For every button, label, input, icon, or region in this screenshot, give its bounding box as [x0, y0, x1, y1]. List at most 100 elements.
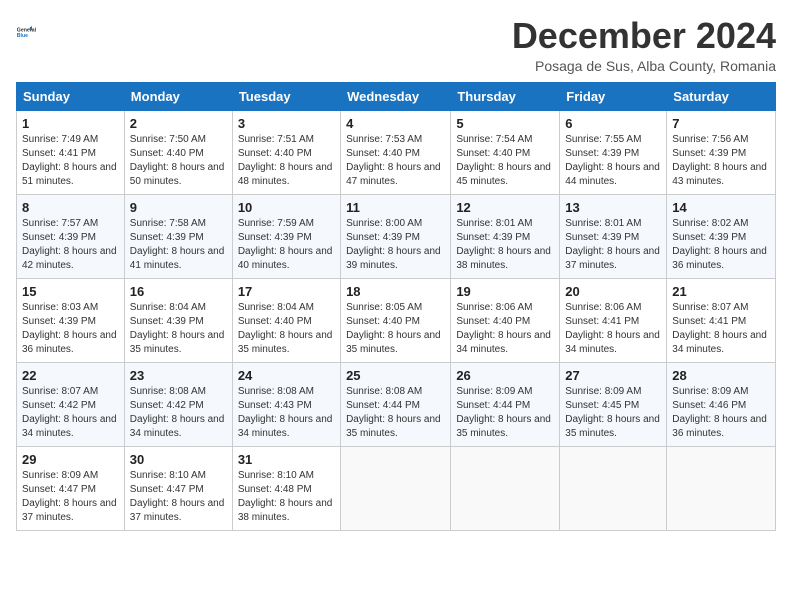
svg-text:General: General	[17, 28, 37, 34]
daylight-text: Daylight: 8 hours and 35 minutes.	[346, 414, 441, 439]
day-number: 9	[130, 200, 227, 215]
daylight-text: Daylight: 8 hours and 45 minutes.	[456, 162, 551, 187]
sunrise-text: Sunrise: 7:55 AM	[565, 134, 641, 145]
calendar-cell: 2Sunrise: 7:50 AMSunset: 4:40 PMDaylight…	[124, 110, 232, 194]
daylight-text: Daylight: 8 hours and 44 minutes.	[565, 162, 660, 187]
calendar-cell: 10Sunrise: 7:59 AMSunset: 4:39 PMDayligh…	[232, 194, 340, 278]
daylight-text: Daylight: 8 hours and 34 minutes.	[130, 414, 225, 439]
day-number: 17	[238, 284, 335, 299]
calendar-cell: 8 Sunrise: 7:57 AMSunset: 4:39 PMDaylight…	[17, 194, 125, 278]
sunrise-text: Sunrise: 8:07 AM	[672, 302, 748, 313]
day-number: 21	[672, 284, 770, 299]
day-number: 3	[238, 116, 335, 131]
sunset-text: Sunset: 4:46 PM	[672, 400, 746, 411]
calendar-table: SundayMondayTuesdayWednesdayThursdayFrid…	[16, 82, 776, 531]
day-number: 23	[130, 368, 227, 383]
day-detail: Sunrise: 7:59 AMSunset: 4:39 PMDaylight:…	[238, 217, 335, 273]
sunset-text: Sunset: 4:39 PM	[22, 232, 96, 243]
day-number: 6	[565, 116, 661, 131]
sunrise-text: Sunrise: 7:59 AM	[238, 218, 314, 229]
day-detail: Sunrise: 8:10 AMSunset: 4:48 PMDaylight:…	[238, 469, 335, 525]
day-detail: Sunrise: 8:02 AMSunset: 4:39 PMDaylight:…	[672, 217, 770, 273]
day-detail: Sunrise: 7:49 AMSunset: 4:41 PMDaylight:…	[22, 133, 119, 189]
sunset-text: Sunset: 4:39 PM	[565, 232, 639, 243]
sunrise-text: Sunrise: 7:50 AM	[130, 134, 206, 145]
calendar-cell: 4Sunrise: 7:53 AMSunset: 4:40 PMDaylight…	[341, 110, 451, 194]
sunset-text: Sunset: 4:39 PM	[456, 232, 530, 243]
sunset-text: Sunset: 4:40 PM	[456, 316, 530, 327]
daylight-text: Daylight: 8 hours and 48 minutes.	[238, 162, 333, 187]
calendar-cell: 11Sunrise: 8:00 AMSunset: 4:39 PMDayligh…	[341, 194, 451, 278]
calendar-cell: 13Sunrise: 8:01 AMSunset: 4:39 PMDayligh…	[560, 194, 667, 278]
calendar-cell: 22 Sunrise: 8:07 AMSunset: 4:42 PMDayligh…	[17, 362, 125, 446]
day-number: 25	[346, 368, 445, 383]
day-detail: Sunrise: 8:08 AMSunset: 4:44 PMDaylight:…	[346, 385, 445, 441]
sunset-text: Sunset: 4:45 PM	[565, 400, 639, 411]
sunrise-text: Sunrise: 8:09 AM	[22, 470, 98, 481]
day-number: 30	[130, 452, 227, 467]
day-detail: Sunrise: 8:09 AMSunset: 4:44 PMDaylight:…	[456, 385, 554, 441]
svg-text:Blue: Blue	[17, 33, 28, 39]
daylight-text: Daylight: 8 hours and 43 minutes.	[672, 162, 767, 187]
calendar-header-monday: Monday	[124, 82, 232, 110]
sunrise-text: Sunrise: 7:58 AM	[130, 218, 206, 229]
sunrise-text: Sunrise: 7:49 AM	[22, 134, 98, 145]
daylight-text: Daylight: 8 hours and 35 minutes.	[456, 414, 551, 439]
day-number: 8	[22, 200, 119, 215]
calendar-cell	[341, 446, 451, 530]
day-detail: Sunrise: 8:08 AMSunset: 4:43 PMDaylight:…	[238, 385, 335, 441]
calendar-cell: 14Sunrise: 8:02 AMSunset: 4:39 PMDayligh…	[667, 194, 776, 278]
sunrise-text: Sunrise: 7:56 AM	[672, 134, 748, 145]
day-detail: Sunrise: 8:06 AMSunset: 4:41 PMDaylight:…	[565, 301, 661, 357]
sunrise-text: Sunrise: 8:10 AM	[130, 470, 206, 481]
calendar-cell: 21Sunrise: 8:07 AMSunset: 4:41 PMDayligh…	[667, 278, 776, 362]
day-detail: Sunrise: 8:07 AMSunset: 4:42 PMDaylight:…	[22, 385, 119, 441]
calendar-cell: 18Sunrise: 8:05 AMSunset: 4:40 PMDayligh…	[341, 278, 451, 362]
day-number: 11	[346, 200, 445, 215]
calendar-cell: 15Sunrise: 8:03 AMSunset: 4:39 PMDayligh…	[17, 278, 125, 362]
day-detail: Sunrise: 8:04 AMSunset: 4:40 PMDaylight:…	[238, 301, 335, 357]
day-detail: Sunrise: 7:51 AMSunset: 4:40 PMDaylight:…	[238, 133, 335, 189]
day-detail: Sunrise: 8:05 AMSunset: 4:40 PMDaylight:…	[346, 301, 445, 357]
sunrise-text: Sunrise: 8:04 AM	[238, 302, 314, 313]
sunset-text: Sunset: 4:39 PM	[22, 316, 96, 327]
calendar-cell: 3 Sunrise: 7:51 AMSunset: 4:40 PMDaylight…	[232, 110, 340, 194]
calendar-cell: 29Sunrise: 8:09 AMSunset: 4:47 PMDayligh…	[17, 446, 125, 530]
day-detail: Sunrise: 7:57 AMSunset: 4:39 PMDaylight:…	[22, 217, 119, 273]
day-detail: Sunrise: 8:08 AMSunset: 4:42 PMDaylight:…	[130, 385, 227, 441]
sunrise-text: Sunrise: 8:10 AM	[238, 470, 314, 481]
day-number: 13	[565, 200, 661, 215]
day-number: 4	[346, 116, 445, 131]
daylight-text: Daylight: 8 hours and 50 minutes.	[130, 162, 225, 187]
day-number: 24	[238, 368, 335, 383]
day-number: 22	[22, 368, 119, 383]
daylight-text: Daylight: 8 hours and 37 minutes.	[22, 498, 117, 523]
calendar-cell: 30Sunrise: 8:10 AMSunset: 4:47 PMDayligh…	[124, 446, 232, 530]
calendar-header-tuesday: Tuesday	[232, 82, 340, 110]
daylight-text: Daylight: 8 hours and 37 minutes.	[130, 498, 225, 523]
sunrise-text: Sunrise: 8:02 AM	[672, 218, 748, 229]
sunset-text: Sunset: 4:47 PM	[22, 484, 96, 495]
daylight-text: Daylight: 8 hours and 34 minutes.	[238, 414, 333, 439]
day-number: 16	[130, 284, 227, 299]
daylight-text: Daylight: 8 hours and 47 minutes.	[346, 162, 441, 187]
day-number: 27	[565, 368, 661, 383]
daylight-text: Daylight: 8 hours and 35 minutes.	[565, 414, 660, 439]
daylight-text: Daylight: 8 hours and 34 minutes.	[456, 330, 551, 355]
calendar-cell: 28Sunrise: 8:09 AMSunset: 4:46 PMDayligh…	[667, 362, 776, 446]
calendar-subtitle: Posaga de Sus, Alba County, Romania	[512, 58, 776, 74]
day-detail: Sunrise: 8:01 AMSunset: 4:39 PMDaylight:…	[565, 217, 661, 273]
sunrise-text: Sunrise: 8:09 AM	[565, 386, 641, 397]
daylight-text: Daylight: 8 hours and 36 minutes.	[22, 330, 117, 355]
daylight-text: Daylight: 8 hours and 34 minutes.	[672, 330, 767, 355]
day-number: 19	[456, 284, 554, 299]
calendar-cell: 17 Sunrise: 8:04 AMSunset: 4:40 PMDayligh…	[232, 278, 340, 362]
sunrise-text: Sunrise: 8:08 AM	[238, 386, 314, 397]
day-number: 1	[22, 116, 119, 131]
sunrise-text: Sunrise: 8:05 AM	[346, 302, 422, 313]
sunrise-text: Sunrise: 8:01 AM	[565, 218, 641, 229]
calendar-cell: 25 Sunrise: 8:08 AMSunset: 4:44 PMDayligh…	[341, 362, 451, 446]
calendar-cell: 9Sunrise: 7:58 AMSunset: 4:39 PMDaylight…	[124, 194, 232, 278]
daylight-text: Daylight: 8 hours and 39 minutes.	[346, 246, 441, 271]
calendar-cell: 23 Sunrise: 8:08 AMSunset: 4:42 PMDayligh…	[124, 362, 232, 446]
